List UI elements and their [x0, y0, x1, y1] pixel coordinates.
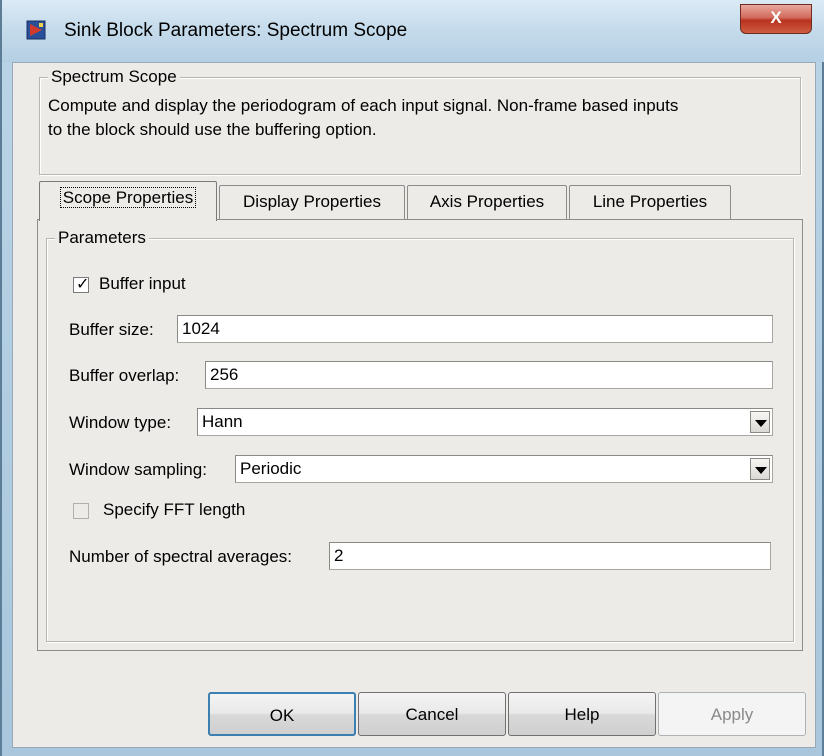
window-type-select[interactable]: Hann: [197, 408, 773, 436]
checkmark-icon: ✓: [76, 276, 90, 293]
simulink-block-icon: [26, 20, 46, 40]
buffer-size-label: Buffer size:: [69, 320, 154, 339]
spectral-averages-label: Number of spectral averages:: [69, 547, 292, 566]
description-line-1: Compute and display the periodogram of e…: [48, 96, 679, 115]
tab-panel-scope-properties: Parameters ✓ Buffer input Buffer size: 1…: [37, 219, 803, 651]
window-title: Sink Block Parameters: Spectrum Scope: [64, 20, 408, 41]
tab-line-properties[interactable]: Line Properties: [569, 185, 731, 219]
block-group-title: Spectrum Scope: [48, 67, 180, 87]
chevron-down-icon[interactable]: [750, 458, 770, 480]
buffer-input-checkbox[interactable]: ✓: [73, 276, 90, 293]
dialog-window: Sink Block Parameters: Spectrum Scope X …: [0, 0, 824, 756]
tab-label: Axis Properties: [429, 192, 545, 211]
buffer-overlap-label: Buffer overlap:: [69, 366, 180, 385]
chevron-down-icon[interactable]: [750, 411, 770, 433]
buffer-overlap-input[interactable]: 256: [205, 361, 773, 389]
specify-fft-length-label: Specify FFT length: [103, 500, 246, 519]
buffer-size-input[interactable]: 1024: [177, 315, 773, 343]
buffer-input-label: Buffer input: [99, 274, 186, 293]
apply-button[interactable]: Apply: [658, 692, 806, 736]
parameters-group: Parameters ✓ Buffer input Buffer size: 1…: [46, 228, 794, 642]
window-type-label: Window type:: [69, 413, 172, 432]
window-sampling-label: Window sampling:: [69, 460, 207, 479]
window-sampling-select[interactable]: Periodic: [235, 455, 773, 483]
window-sampling-value: Periodic: [240, 459, 302, 478]
ok-button[interactable]: OK: [208, 692, 356, 736]
help-button[interactable]: Help: [508, 692, 656, 736]
description-line-2: to the block should use the buffering op…: [48, 120, 377, 139]
tab-label: Line Properties: [592, 192, 708, 211]
window-type-value: Hann: [202, 412, 243, 431]
tab-label: Display Properties: [243, 192, 381, 211]
spectral-averages-input[interactable]: 2: [329, 542, 771, 570]
dialog-client-area: Spectrum Scope Compute and display the p…: [12, 62, 816, 748]
block-description: Compute and display the periodogram of e…: [48, 94, 792, 142]
title-bar[interactable]: Sink Block Parameters: Spectrum Scope X: [2, 0, 824, 62]
parameters-group-title: Parameters: [55, 228, 149, 248]
block-description-group: Spectrum Scope Compute and display the p…: [39, 67, 801, 175]
tab-axis-properties[interactable]: Axis Properties: [407, 185, 567, 219]
tab-scope-properties[interactable]: Scope Properties: [39, 181, 217, 221]
tab-label: Scope Properties: [59, 187, 197, 208]
cancel-button[interactable]: Cancel: [358, 692, 506, 736]
close-button[interactable]: X: [740, 4, 812, 34]
specify-fft-length-checkbox[interactable]: [73, 503, 89, 519]
close-icon: X: [770, 8, 782, 27]
tab-display-properties[interactable]: Display Properties: [219, 185, 405, 219]
